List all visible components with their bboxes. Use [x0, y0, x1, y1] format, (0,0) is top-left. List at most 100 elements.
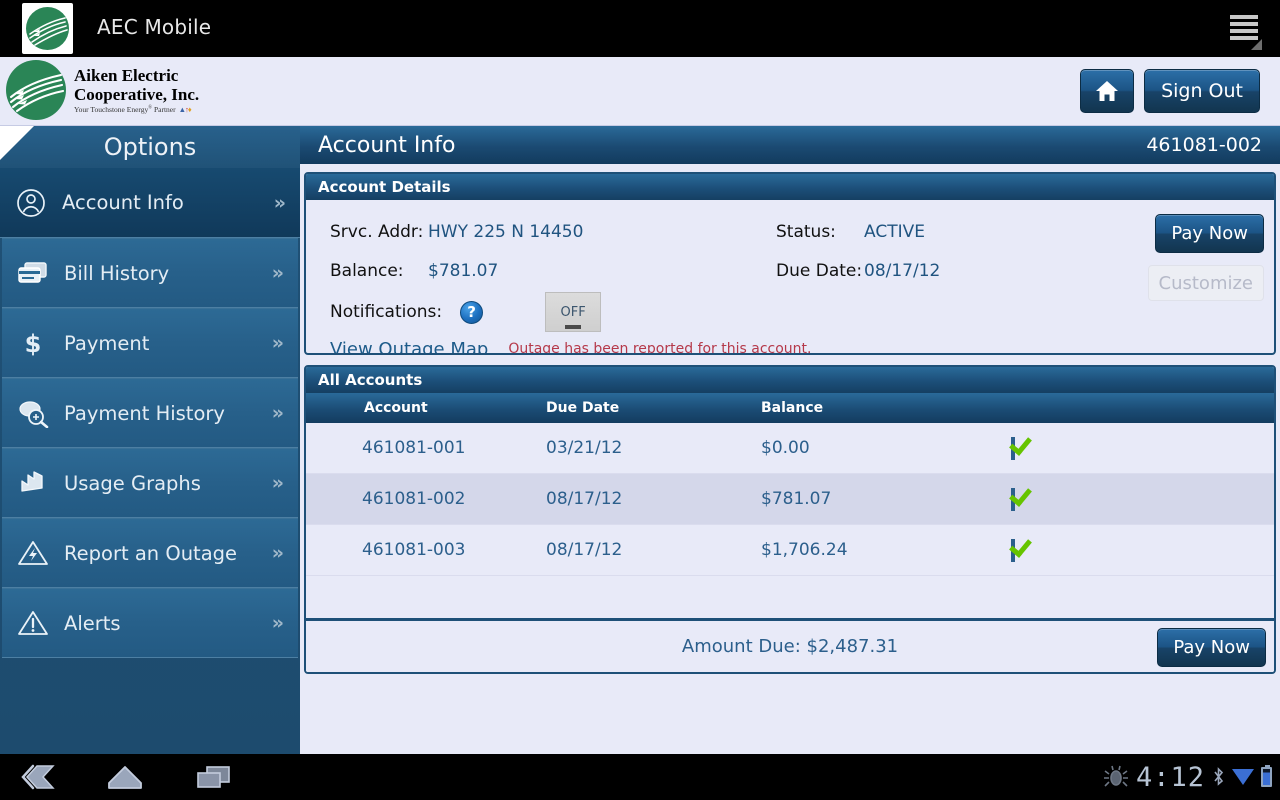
status-label: Status:	[776, 221, 836, 242]
sign-out-button[interactable]: Sign Out	[1144, 69, 1260, 113]
cell-select	[1011, 487, 1131, 511]
money-search-icon	[2, 398, 64, 428]
sidebar-item-list: Account Info» Bill History» $ Payment» Payme…	[0, 168, 300, 658]
sidebar-item-payment[interactable]: $ Payment »	[2, 308, 298, 378]
service-address-value: HWY 225 N 14450	[428, 221, 584, 242]
amount-due: Amount Due: $2,487.31	[306, 636, 1274, 657]
home-icon	[1096, 81, 1119, 101]
column-header-due-date: Due Date	[546, 400, 620, 416]
details-actions: Pay Now Customize	[1147, 214, 1264, 301]
brand-line-1: Aiken Electric	[74, 66, 179, 85]
sidebar-item-usage-graphs[interactable]: Usage Graphs »	[2, 448, 298, 518]
column-header-balance: Balance	[761, 400, 824, 416]
customize-button: Customize	[1147, 265, 1264, 301]
due-date-label: Due Date:	[776, 260, 863, 281]
header-buttons: Sign Out	[1080, 69, 1260, 113]
credit-cards-icon	[2, 260, 64, 286]
sidebar-item-label: Bill History	[64, 261, 170, 285]
options-title: Options	[103, 133, 197, 161]
due-date-value: 08/17/12	[864, 260, 941, 281]
table-row[interactable]: 461081-003 08/17/12 $1,706.24	[306, 525, 1274, 576]
sidebar-item-payment-history[interactable]: Payment History »	[2, 378, 298, 448]
chevron-right-icon: »	[271, 262, 284, 284]
options-title-bar: Options	[0, 126, 300, 168]
account-details-body: Srvc. Addr: HWY 225 N 14450 Status: ACTI…	[306, 200, 1274, 353]
sidebar-item-label: Account Info	[62, 191, 184, 214]
cell-account: 461081-003	[362, 540, 466, 560]
brand-tagline: Your Touchstone Energy® Partner ▲↑♦	[74, 105, 192, 114]
chevron-right-icon: »	[271, 332, 284, 354]
back-icon[interactable]	[14, 760, 60, 794]
help-question-icon[interactable]: ?	[460, 300, 484, 324]
app-title: AEC Mobile	[97, 15, 212, 39]
balance-row: Balance: $781.07 Due Date: 08/17/12	[306, 251, 1274, 290]
status-clock: 4:12	[1135, 761, 1205, 793]
footer-actions: Pay Now	[1157, 628, 1266, 667]
chevron-right-icon: »	[271, 472, 284, 494]
sidebar-item-label: Report an Outage	[64, 541, 238, 565]
all-accounts-panel: All Accounts Account Due Date Balance 46…	[304, 365, 1276, 674]
sidebar-item-account-info[interactable]: Account Info »	[0, 168, 300, 238]
exclamation-warning-icon	[2, 609, 64, 637]
battery-icon	[1261, 765, 1272, 787]
brand-tagline-text: Your Touchstone Energy	[74, 105, 149, 114]
sidebar-item-alerts[interactable]: Alerts »	[2, 588, 298, 658]
balance-label: Balance:	[330, 260, 404, 281]
pay-now-button[interactable]: Pay Now	[1155, 214, 1264, 253]
notifications-toggle[interactable]: OFF	[545, 292, 602, 332]
sidebar-item-report-an-outage[interactable]: Report an Outage »	[2, 518, 298, 588]
main-content: Account Info 461081-002 Aiken Electric C…	[300, 126, 1280, 754]
brand-logo: Aiken Electric Cooperative, Inc. Your To…	[6, 60, 199, 120]
bar-chart-icon	[2, 468, 64, 498]
brand-mark-icon	[6, 60, 66, 120]
account-details-panel: Account Details Srvc. Addr: HWY 225 N 14…	[304, 172, 1276, 355]
table-row[interactable]: 461081-002 08/17/12 $781.07	[306, 474, 1274, 525]
chevron-right-icon: »	[273, 191, 286, 214]
notifications-row: Notifications: ? OFF	[306, 290, 1274, 334]
table-row[interactable]: 461081-001 03/21/12 $0.00	[306, 423, 1274, 474]
amount-due-label: Amount Due:	[681, 636, 801, 657]
amount-due-value: $2,487.31	[806, 636, 899, 657]
row-checkbox-checked[interactable]	[1011, 436, 1015, 460]
recents-icon[interactable]	[190, 760, 236, 794]
accounts-table-filler	[306, 576, 1274, 618]
current-account-number: 461081-002	[1146, 134, 1262, 156]
cell-account: 461081-002	[362, 489, 466, 509]
chevron-right-icon: »	[271, 542, 284, 564]
status-value: ACTIVE	[864, 221, 925, 242]
content-header: Account Info 461081-002	[300, 126, 1280, 164]
app-icon	[22, 3, 73, 54]
cell-balance: $1,706.24	[761, 540, 848, 560]
home-button[interactable]	[1080, 69, 1135, 113]
accounts-table-body: 461081-001 03/21/12 $0.00 461081-002 08/17/1…	[306, 423, 1274, 576]
options-sidebar: Options Account Info » Bill History » $ Payme…	[0, 126, 300, 754]
cell-due-date: 03/21/12	[546, 438, 623, 458]
svg-text:$: $	[25, 330, 42, 358]
brand-line-2: Cooperative, Inc.	[74, 85, 200, 104]
cell-select	[1011, 436, 1131, 460]
account-details-title: Account Details	[306, 174, 1274, 200]
hamburger-icon[interactable]	[1230, 15, 1262, 50]
sidebar-item-bill-history[interactable]: Bill History »	[2, 238, 298, 308]
footer-pay-now-button[interactable]: Pay Now	[1157, 628, 1266, 667]
cell-balance: $0.00	[761, 438, 810, 458]
accounts-footer: Amount Due: $2,487.31 Pay Now	[306, 618, 1274, 672]
column-header-account: Account	[364, 400, 428, 416]
balance-value: $781.07	[428, 260, 499, 281]
sidebar-item-label: Alerts	[64, 611, 121, 635]
row-checkbox-checked[interactable]	[1011, 538, 1015, 562]
bluetooth-icon	[1214, 767, 1224, 786]
view-outage-map-link[interactable]: View Outage Map	[330, 339, 488, 354]
app-header: Aiken Electric Cooperative, Inc. Your To…	[0, 57, 1280, 126]
app-root: AEC Mobile Aiken Electric Cooperative, I…	[0, 0, 1280, 800]
home-icon[interactable]	[102, 760, 148, 794]
swoosh-icon	[9, 73, 65, 113]
chevron-right-icon: »	[271, 402, 284, 424]
notifications-label: Notifications:	[330, 302, 443, 322]
row-checkbox-checked[interactable]	[1011, 487, 1015, 511]
outage-message: Outage has been reported for this accoun…	[508, 341, 812, 355]
accounts-table-header: Account Due Date Balance	[306, 393, 1274, 423]
cell-balance: $781.07	[761, 489, 832, 509]
all-accounts-title: All Accounts	[306, 367, 1274, 393]
aec-logo-mark	[26, 7, 69, 50]
